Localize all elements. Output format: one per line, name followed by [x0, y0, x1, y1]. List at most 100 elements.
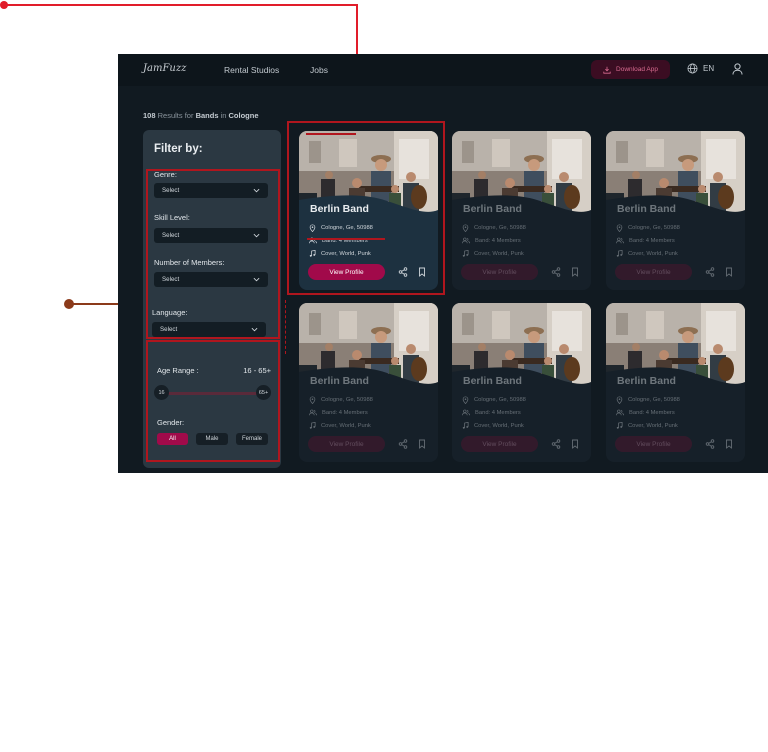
band-location: Cologne, Ge, 50988: [462, 224, 526, 232]
view-profile-button[interactable]: View Profile: [615, 436, 692, 452]
highlight-filter-top: [146, 169, 280, 339]
location-pin-icon: [616, 224, 623, 232]
users-icon: [462, 409, 470, 416]
results-term: Bands: [195, 111, 219, 120]
band-members: Band: 4 Members: [309, 409, 368, 416]
highlight-photo-top: [306, 133, 356, 135]
band-genres: Cover, World, Punk: [616, 422, 678, 429]
band-card[interactable]: Berlin Band Cologne, Ge, 50988 Band: 4 M…: [299, 303, 438, 462]
band-genres-text: Cover, World, Punk: [321, 422, 371, 429]
bookmark-icon[interactable]: [570, 267, 580, 277]
band-members-text: Band: 4 Members: [475, 237, 521, 244]
band-location: Cologne, Ge, 50988: [616, 224, 680, 232]
band-genres: Cover, World, Punk: [309, 422, 371, 429]
nav-jobs[interactable]: Jobs: [310, 65, 328, 75]
highlight-location-line: [307, 238, 385, 240]
share-icon[interactable]: [551, 267, 561, 277]
band-genres: Cover, World, Punk: [462, 250, 524, 257]
band-card-body: Berlin Band Cologne, Ge, 50988 Band: 4 M…: [606, 131, 745, 290]
view-profile-button[interactable]: View Profile: [615, 264, 692, 280]
band-location: Cologne, Ge, 50988: [462, 396, 526, 404]
band-members-text: Band: 4 Members: [629, 409, 675, 416]
highlight-card-frame: [287, 121, 445, 295]
band-card-body: Berlin Band Cologne, Ge, 50988 Band: 4 M…: [452, 303, 591, 462]
users-icon: [462, 237, 470, 244]
bookmark-icon[interactable]: [417, 439, 427, 449]
annotation-dot-red: [0, 1, 8, 9]
band-genres-text: Cover, World, Punk: [628, 250, 678, 257]
band-members: Band: 4 Members: [616, 409, 675, 416]
band-genres-text: Cover, World, Punk: [474, 422, 524, 429]
app-window: JamFuzz Rental Studios Jobs Download App…: [118, 54, 768, 473]
annotation-line-red: [6, 4, 358, 6]
band-members-text: Band: 4 Members: [322, 409, 368, 416]
location-pin-icon: [616, 396, 623, 404]
bookmark-icon[interactable]: [724, 267, 734, 277]
share-icon[interactable]: [705, 439, 715, 449]
band-genres: Cover, World, Punk: [462, 422, 524, 429]
band-name: Berlin Band: [310, 375, 369, 387]
band-location-text: Cologne, Ge, 50988: [628, 397, 680, 403]
band-members-text: Band: 4 Members: [475, 409, 521, 416]
band-name: Berlin Band: [617, 203, 676, 215]
results-count: 108: [143, 111, 156, 120]
view-profile-button[interactable]: View Profile: [461, 264, 538, 280]
music-note-icon: [309, 422, 316, 429]
music-note-icon: [462, 422, 469, 429]
location-pin-icon: [462, 396, 469, 404]
band-members: Band: 4 Members: [462, 409, 521, 416]
view-profile-button[interactable]: View Profile: [308, 436, 385, 452]
share-icon[interactable]: [551, 439, 561, 449]
nav-rental-studios[interactable]: Rental Studios: [224, 65, 279, 75]
highlight-filter-bottom: [146, 340, 280, 462]
band-members: Band: 4 Members: [616, 237, 675, 244]
download-app-button[interactable]: Download App: [591, 60, 670, 79]
location-pin-icon: [309, 396, 316, 404]
band-members: Band: 4 Members: [462, 237, 521, 244]
share-icon[interactable]: [398, 439, 408, 449]
bookmark-icon[interactable]: [570, 439, 580, 449]
download-app-label: Download App: [616, 66, 658, 73]
users-icon: [616, 237, 624, 244]
band-location: Cologne, Ge, 50988: [616, 396, 680, 404]
users-icon: [309, 409, 317, 416]
annotation-dot-brown: [64, 299, 74, 309]
language-switcher[interactable]: EN: [687, 63, 714, 74]
band-card-body: Berlin Band Cologne, Ge, 50988 Band: 4 M…: [606, 303, 745, 462]
band-card-body: Berlin Band Cologne, Ge, 50988 Band: 4 M…: [452, 131, 591, 290]
band-card-body: Berlin Band Cologne, Ge, 50988 Band: 4 M…: [299, 303, 438, 462]
music-note-icon: [616, 250, 623, 257]
band-genres-text: Cover, World, Punk: [628, 422, 678, 429]
band-card[interactable]: Berlin Band Cologne, Ge, 50988 Band: 4 M…: [606, 303, 745, 462]
results-summary: 108 Results for Bands in Cologne: [143, 111, 259, 120]
band-genres: Cover, World, Punk: [616, 250, 678, 257]
app-logo[interactable]: JamFuzz: [143, 63, 186, 74]
band-card[interactable]: Berlin Band Cologne, Ge, 50988 Band: 4 M…: [452, 303, 591, 462]
users-icon: [616, 409, 624, 416]
band-location-text: Cologne, Ge, 50988: [321, 397, 373, 403]
user-icon[interactable]: [732, 63, 743, 75]
music-note-icon: [616, 422, 623, 429]
band-name: Berlin Band: [463, 203, 522, 215]
language-label: EN: [703, 64, 715, 73]
band-location-text: Cologne, Ge, 50988: [474, 397, 526, 403]
band-location: Cologne, Ge, 50988: [309, 396, 373, 404]
band-location-text: Cologne, Ge, 50988: [474, 225, 526, 231]
globe-icon: [687, 63, 698, 74]
band-name: Berlin Band: [463, 375, 522, 387]
band-card[interactable]: Berlin Band Cologne, Ge, 50988 Band: 4 M…: [606, 131, 745, 290]
highlight-dashed-guide: [285, 300, 286, 354]
share-icon[interactable]: [705, 267, 715, 277]
band-genres-text: Cover, World, Punk: [474, 250, 524, 257]
band-members-text: Band: 4 Members: [629, 237, 675, 244]
band-card[interactable]: Berlin Band Cologne, Ge, 50988 Band: 4 M…: [452, 131, 591, 290]
results-in: in: [220, 111, 227, 120]
results-prefix: Results for: [157, 111, 194, 120]
results-city: Cologne: [228, 111, 259, 120]
band-location-text: Cologne, Ge, 50988: [628, 225, 680, 231]
filter-title: Filter by:: [154, 143, 203, 155]
band-name: Berlin Band: [617, 375, 676, 387]
bookmark-icon[interactable]: [724, 439, 734, 449]
view-profile-button[interactable]: View Profile: [461, 436, 538, 452]
top-navbar: JamFuzz Rental Studios Jobs Download App…: [118, 54, 768, 86]
